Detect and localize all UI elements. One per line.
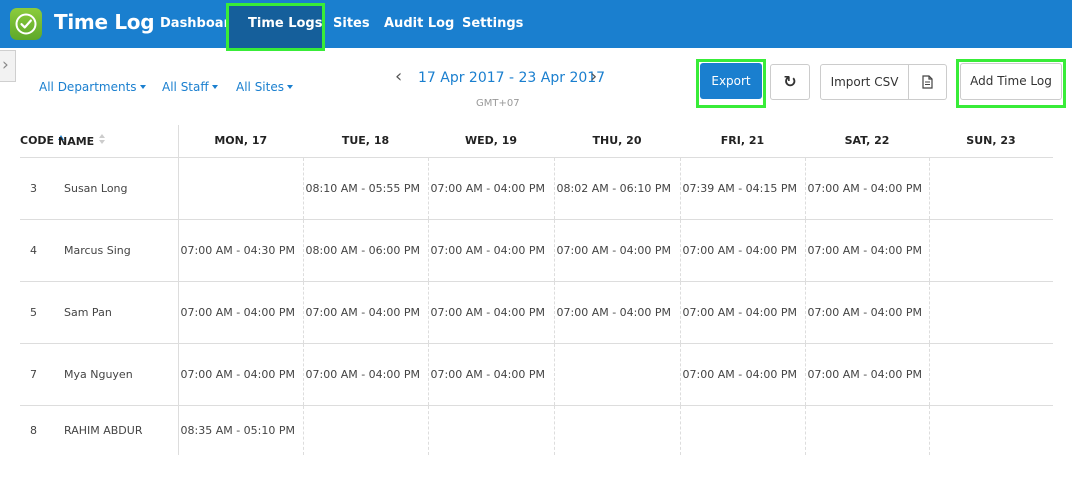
cell-time-log[interactable]: 07:00 AM - 04:30 PM (177, 219, 303, 282)
nav-audit-log[interactable]: Audit Log (384, 16, 454, 31)
cell-time-log[interactable]: 07:00 AM - 04:00 PM (804, 219, 929, 282)
cell-time-log[interactable]: 07:00 AM - 04:00 PM (679, 219, 805, 282)
cell-time-log[interactable]: 07:00 AM - 04:00 PM (804, 157, 929, 220)
sidebar-toggle[interactable]: › (0, 50, 16, 82)
column-header-day: SAT, 22 (805, 125, 929, 158)
cell-time-log[interactable]: 08:02 AM - 06:10 PM (553, 157, 680, 220)
cell-code: 3 (20, 157, 58, 220)
cell-time-log[interactable] (427, 405, 554, 455)
previous-week-chevron-left-icon[interactable]: ‹ (395, 66, 402, 87)
nav-settings[interactable]: Settings (462, 16, 523, 31)
cell-time-log[interactable]: 07:00 AM - 04:00 PM (177, 281, 303, 344)
table-row: 8 RAHIM ABDUR 08:35 AM - 05:10 PM (20, 405, 1053, 455)
cell-time-log[interactable]: 08:00 AM - 06:00 PM (302, 219, 428, 282)
cell-time-log[interactable] (804, 405, 929, 455)
cell-time-log[interactable] (928, 281, 1053, 344)
next-week-chevron-right-icon[interactable]: › (590, 66, 597, 87)
chevron-right-icon: › (2, 55, 9, 75)
app-brand[interactable]: Time Log (54, 10, 155, 34)
column-header-day: MON, 17 (177, 125, 303, 158)
column-header-day: FRI, 21 (680, 125, 805, 158)
caret-down-icon (211, 85, 218, 89)
cell-time-log[interactable]: 07:00 AM - 04:00 PM (679, 281, 805, 344)
cell-time-log[interactable] (302, 405, 428, 455)
table-row: 3 Susan Long 08:10 AM - 05:55 PM 07:00 A… (20, 157, 1053, 220)
timezone-label: GMT+07 (476, 98, 520, 109)
cell-time-log[interactable]: 07:00 AM - 04:00 PM (427, 281, 554, 344)
sort-icon (99, 133, 106, 144)
cell-time-log[interactable]: 07:00 AM - 04:00 PM (427, 219, 554, 282)
column-header-day: WED, 19 (428, 125, 554, 158)
export-button[interactable]: Export (700, 63, 762, 99)
cell-time-log[interactable] (679, 405, 805, 455)
cell-time-log[interactable]: 07:00 AM - 04:00 PM (302, 343, 428, 406)
cell-time-log[interactable]: 07:00 AM - 04:00 PM (553, 281, 680, 344)
table-row: 4 Marcus Sing 07:00 AM - 04:30 PM 08:00 … (20, 219, 1053, 282)
cell-code: 7 (20, 343, 58, 406)
staff-filter-dropdown[interactable]: All Staff (162, 80, 218, 94)
sites-filter-label: All Sites (236, 80, 284, 94)
time-log-table: CODE NAME MON, 17 TUE, 18 WED, 19 THU, 2… (20, 125, 1053, 455)
cell-time-log[interactable]: 07:00 AM - 04:00 PM (804, 281, 929, 344)
document-button[interactable] (909, 64, 947, 100)
table-row: 5 Sam Pan 07:00 AM - 04:00 PM 07:00 AM -… (20, 281, 1053, 344)
cell-code: 5 (20, 281, 58, 344)
table-row: 7 Mya Nguyen 07:00 AM - 04:00 PM 07:00 A… (20, 343, 1053, 406)
date-range-label[interactable]: 17 Apr 2017 - 23 Apr 2017 (418, 70, 605, 86)
sites-filter-dropdown[interactable]: All Sites (236, 80, 293, 94)
cell-name[interactable]: Marcus Sing (58, 219, 178, 282)
nav-sites[interactable]: Sites (333, 16, 370, 31)
check-circle-icon[interactable] (10, 8, 42, 40)
cell-name[interactable]: RAHIM ABDUR (58, 405, 178, 455)
cell-code: 8 (30, 423, 37, 437)
caret-down-icon (139, 85, 146, 89)
column-header-day: TUE, 18 (303, 125, 428, 158)
table-header-row: CODE NAME MON, 17 TUE, 18 WED, 19 THU, 2… (20, 125, 1053, 158)
import-csv-button[interactable]: Import CSV (820, 64, 909, 100)
cell-time-log[interactable] (928, 157, 1053, 220)
cell-time-log[interactable]: 07:00 AM - 04:00 PM (302, 281, 428, 344)
cell-time-log[interactable] (928, 343, 1053, 406)
cell-time-log[interactable]: 08:35 AM - 05:10 PM (177, 405, 303, 455)
department-filter-label: All Departments (39, 80, 137, 94)
code-header-label: CODE (20, 134, 55, 148)
cell-time-log[interactable] (553, 405, 680, 455)
cell-name[interactable]: Mya Nguyen (58, 343, 178, 406)
cell-code: 4 (20, 219, 58, 282)
cell-time-log[interactable]: 07:00 AM - 04:00 PM (679, 343, 805, 406)
document-icon (922, 75, 933, 89)
department-filter-dropdown[interactable]: All Departments (39, 80, 146, 94)
column-header-day: THU, 20 (554, 125, 680, 158)
cell-name[interactable]: Sam Pan (58, 281, 178, 344)
column-header-day: SUN, 23 (929, 125, 1053, 158)
cell-time-log[interactable]: 08:10 AM - 05:55 PM (302, 157, 428, 220)
cell-time-log[interactable] (928, 405, 1053, 455)
cell-time-log[interactable] (928, 219, 1053, 282)
caret-down-icon (286, 85, 293, 89)
add-time-log-button[interactable]: Add Time Log (960, 63, 1062, 100)
cell-time-log[interactable]: 07:00 AM - 04:00 PM (177, 343, 303, 406)
refresh-icon: ↻ (783, 72, 797, 91)
top-nav-bar: Time Log Dashboard Time Logs Sites Audit… (0, 0, 1072, 51)
column-header-code[interactable]: CODE (20, 125, 65, 158)
cell-time-log[interactable]: 07:00 AM - 04:00 PM (553, 219, 680, 282)
nav-time-logs[interactable]: Time Logs (248, 16, 322, 31)
cell-time-log[interactable]: 07:00 AM - 04:00 PM (427, 343, 554, 406)
cell-time-log[interactable]: 07:00 AM - 04:00 PM (427, 157, 554, 220)
refresh-button[interactable]: ↻ (770, 64, 810, 100)
cell-time-log[interactable] (553, 343, 680, 406)
cell-time-log[interactable]: 07:00 AM - 04:00 PM (804, 343, 929, 406)
staff-filter-label: All Staff (162, 80, 209, 94)
cell-time-log[interactable] (177, 157, 303, 220)
cell-name[interactable]: Susan Long (58, 157, 178, 220)
name-header-label: NAME (58, 134, 95, 148)
column-header-name[interactable]: NAME (58, 125, 178, 158)
cell-time-log[interactable]: 07:39 AM - 04:15 PM (679, 157, 805, 220)
